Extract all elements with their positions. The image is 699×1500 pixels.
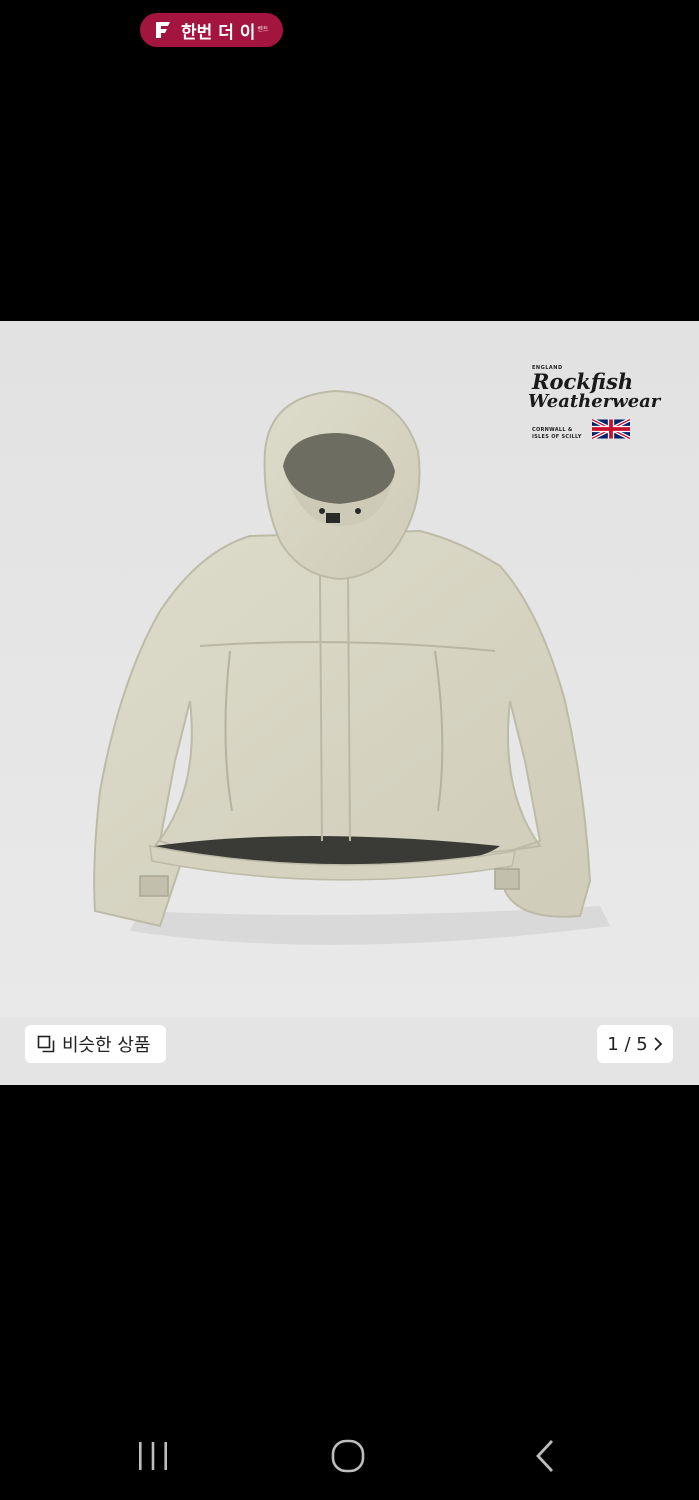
recent-apps-icon — [139, 1442, 167, 1470]
brand-logo: ENGLAND Rockfish Weatherwear CORNWALL & … — [526, 365, 661, 445]
event-badge-label: 한번 더 이 — [181, 22, 256, 43]
uk-flag-icon — [592, 419, 630, 439]
product-image-viewer[interactable]: ENGLAND Rockfish Weatherwear CORNWALL & … — [0, 321, 699, 1085]
brand-location-line2: ISLES OF SCILLY — [532, 434, 582, 440]
event-badge[interactable]: 한번 더 이 벤트 — [140, 13, 283, 47]
similar-products-button[interactable]: 비슷한 상품 — [25, 1025, 166, 1063]
chevron-right-icon — [654, 1037, 662, 1051]
brand-name-line2: Weatherwear — [528, 391, 661, 412]
f-logo-icon — [156, 22, 170, 38]
image-info-bar: 비슷한 상품 1 / 5 — [0, 1017, 699, 1085]
similar-products-label: 비슷한 상품 — [62, 1035, 151, 1056]
event-badge-suffix: 벤트 — [257, 26, 269, 33]
back-icon — [536, 1440, 554, 1472]
image-counter-button[interactable]: 1 / 5 — [597, 1025, 673, 1063]
image-counter: 1 / 5 — [607, 1033, 648, 1055]
copy-icon — [37, 1035, 55, 1053]
home-icon — [331, 1439, 365, 1473]
back-button[interactable] — [515, 1436, 575, 1476]
recent-apps-button[interactable] — [123, 1436, 183, 1476]
product-photo[interactable]: ENGLAND Rockfish Weatherwear CORNWALL & … — [0, 321, 699, 1017]
brand-location-line1: CORNWALL & — [532, 427, 573, 433]
brand-location: CORNWALL & ISLES OF SCILLY — [532, 427, 582, 441]
home-button[interactable] — [318, 1436, 378, 1476]
system-navigation-bar — [0, 1410, 699, 1500]
